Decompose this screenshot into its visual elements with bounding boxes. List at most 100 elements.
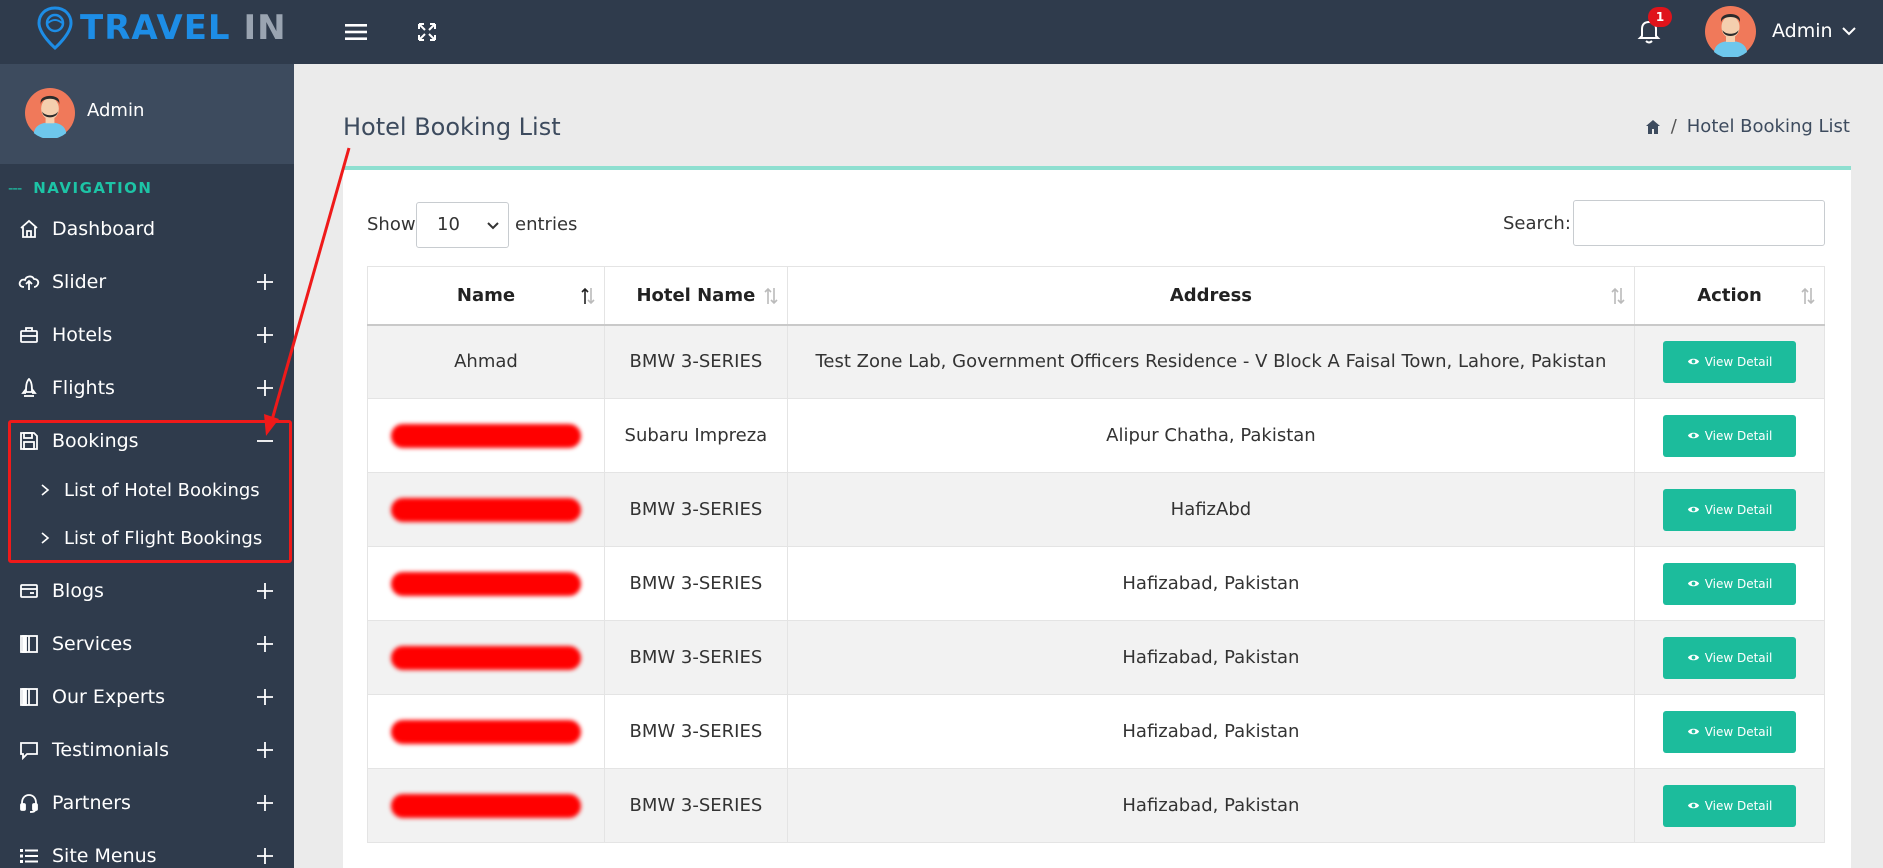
view-detail-button[interactable]: View Detail xyxy=(1663,340,1797,383)
page-title: Hotel Booking List xyxy=(343,113,561,141)
expand-icon xyxy=(418,23,436,41)
book-icon xyxy=(18,686,40,708)
eye-icon xyxy=(1687,580,1699,587)
user-avatar[interactable] xyxy=(1705,6,1756,57)
table-row: BMW 3-SERIES Hafizabad, Pakistan View De… xyxy=(367,546,1825,621)
sidebar-item-services[interactable]: Services xyxy=(0,622,294,666)
column-header-name[interactable]: Name xyxy=(367,266,605,326)
sidebar-item-flights[interactable]: Flights xyxy=(0,366,294,410)
entries-per-page-select[interactable]: 10 xyxy=(416,202,509,248)
profile-avatar xyxy=(25,88,75,138)
cell-hotel-name: BMW 3-SERIES xyxy=(603,546,788,621)
plus-icon[interactable] xyxy=(254,377,276,399)
plus-icon[interactable] xyxy=(254,845,276,867)
briefcase-icon xyxy=(18,324,40,346)
sidebar-subitem-hotel-bookings[interactable]: List of Hotel Bookings xyxy=(0,470,294,510)
save-icon xyxy=(18,430,40,452)
profile-name: Admin xyxy=(87,100,145,121)
entries-label: entries xyxy=(515,214,578,235)
fullscreen-button[interactable] xyxy=(411,16,443,48)
cell-hotel-name: BMW 3-SERIES xyxy=(603,694,788,769)
entries-select-value: 10 xyxy=(437,214,460,235)
sort-icon xyxy=(1801,287,1815,305)
cell-name xyxy=(367,620,605,695)
table-header-row: Name Hotel Name Address Action xyxy=(367,266,1825,326)
plus-icon[interactable] xyxy=(254,271,276,293)
sidebar-item-blogs[interactable]: Blogs xyxy=(0,569,294,613)
sidebar: Admin --- NAVIGATION Dashboard Slider Hot… xyxy=(0,64,294,868)
list-icon xyxy=(18,845,40,867)
cell-hotel-name: BMW 3-SERIES xyxy=(603,324,788,399)
sidebar-subitem-flight-bookings[interactable]: List of Flight Bookings xyxy=(0,518,294,558)
sidebar-subitem-label: List of Flight Bookings xyxy=(64,527,263,549)
minus-icon[interactable] xyxy=(254,430,276,452)
plus-icon[interactable] xyxy=(254,580,276,602)
sidebar-item-label: Testimonials xyxy=(52,739,169,761)
breadcrumb-separator: / xyxy=(1670,116,1677,137)
rocket-icon xyxy=(18,377,40,399)
sidebar-item-testimonials[interactable]: Testimonials xyxy=(0,728,294,772)
cell-address: Alipur Chatha, Pakistan xyxy=(786,398,1636,473)
sidebar-subitem-label: List of Hotel Bookings xyxy=(64,479,260,501)
eye-icon xyxy=(1687,654,1699,661)
eye-icon xyxy=(1687,506,1699,513)
sort-icon xyxy=(1611,287,1625,305)
logo[interactable]: TRAVEL IN xyxy=(36,6,287,50)
plus-icon[interactable] xyxy=(254,792,276,814)
redacted-name xyxy=(390,497,581,522)
view-detail-button[interactable]: View Detail xyxy=(1663,414,1797,457)
book-icon xyxy=(18,633,40,655)
plus-icon[interactable] xyxy=(254,686,276,708)
cloud-upload-icon xyxy=(18,271,40,293)
redacted-name xyxy=(390,571,581,596)
sidebar-item-label: Our Experts xyxy=(52,686,166,708)
plus-icon[interactable] xyxy=(254,739,276,761)
cell-action: View Detail xyxy=(1634,694,1825,769)
sidebar-item-hotels[interactable]: Hotels xyxy=(0,313,294,357)
user-name[interactable]: Admin xyxy=(1772,16,1833,46)
table-row: BMW 3-SERIES Hafizabad, Pakistan View De… xyxy=(367,694,1825,769)
table-row: BMW 3-SERIES Hafizabad, Pakistan View De… xyxy=(367,620,1825,695)
sidebar-item-slider[interactable]: Slider xyxy=(0,260,294,304)
plus-icon[interactable] xyxy=(254,633,276,655)
menu-toggle-button[interactable] xyxy=(340,16,372,48)
chevron-right-icon xyxy=(41,532,50,544)
cell-name xyxy=(367,546,605,621)
view-detail-button[interactable]: View Detail xyxy=(1663,562,1797,605)
sidebar-item-our-experts[interactable]: Our Experts xyxy=(0,675,294,719)
map-pin-icon xyxy=(37,6,73,50)
cell-name xyxy=(367,398,605,473)
sidebar-item-label: Site Menus xyxy=(52,845,157,867)
sidebar-item-bookings[interactable]: Bookings xyxy=(0,419,294,463)
cell-action: View Detail xyxy=(1634,768,1825,843)
chevron-right-icon xyxy=(41,484,50,496)
table-row: BMW 3-SERIES Hafizabad, Pakistan View De… xyxy=(367,768,1825,843)
sidebar-item-site-menus[interactable]: Site Menus xyxy=(0,834,294,868)
view-detail-button[interactable]: View Detail xyxy=(1663,710,1797,753)
cell-action: View Detail xyxy=(1634,324,1825,399)
sidebar-item-partners[interactable]: Partners xyxy=(0,781,294,825)
sidebar-item-dashboard[interactable]: Dashboard xyxy=(0,207,294,251)
chevron-down-icon[interactable] xyxy=(1838,20,1860,42)
home-icon[interactable] xyxy=(1645,119,1661,135)
home-icon xyxy=(18,218,40,240)
cell-action: View Detail xyxy=(1634,398,1825,473)
view-detail-button[interactable]: View Detail xyxy=(1663,488,1797,531)
cell-hotel-name: BMW 3-SERIES xyxy=(603,620,788,695)
view-detail-button[interactable]: View Detail xyxy=(1663,784,1797,827)
cell-name xyxy=(367,694,605,769)
logo-text-in: IN xyxy=(243,8,287,48)
column-header-hotel-name[interactable]: Hotel Name xyxy=(603,266,788,326)
column-header-action[interactable]: Action xyxy=(1634,266,1825,326)
table-row: Subaru Impreza Alipur Chatha, Pakistan V… xyxy=(367,398,1825,473)
booking-list-card: Show 10 entries Search: Name Hotel Name … xyxy=(343,166,1851,868)
cell-hotel-name: Subaru Impreza xyxy=(603,398,788,473)
cell-address: Hafizabad, Pakistan xyxy=(786,694,1636,769)
plus-icon[interactable] xyxy=(254,324,276,346)
column-header-address[interactable]: Address xyxy=(786,266,1636,326)
notification-badge: 1 xyxy=(1648,7,1672,27)
cell-hotel-name: BMW 3-SERIES xyxy=(603,472,788,547)
search-input[interactable] xyxy=(1573,200,1825,246)
view-detail-button[interactable]: View Detail xyxy=(1663,636,1797,679)
show-label: Show xyxy=(367,214,416,235)
